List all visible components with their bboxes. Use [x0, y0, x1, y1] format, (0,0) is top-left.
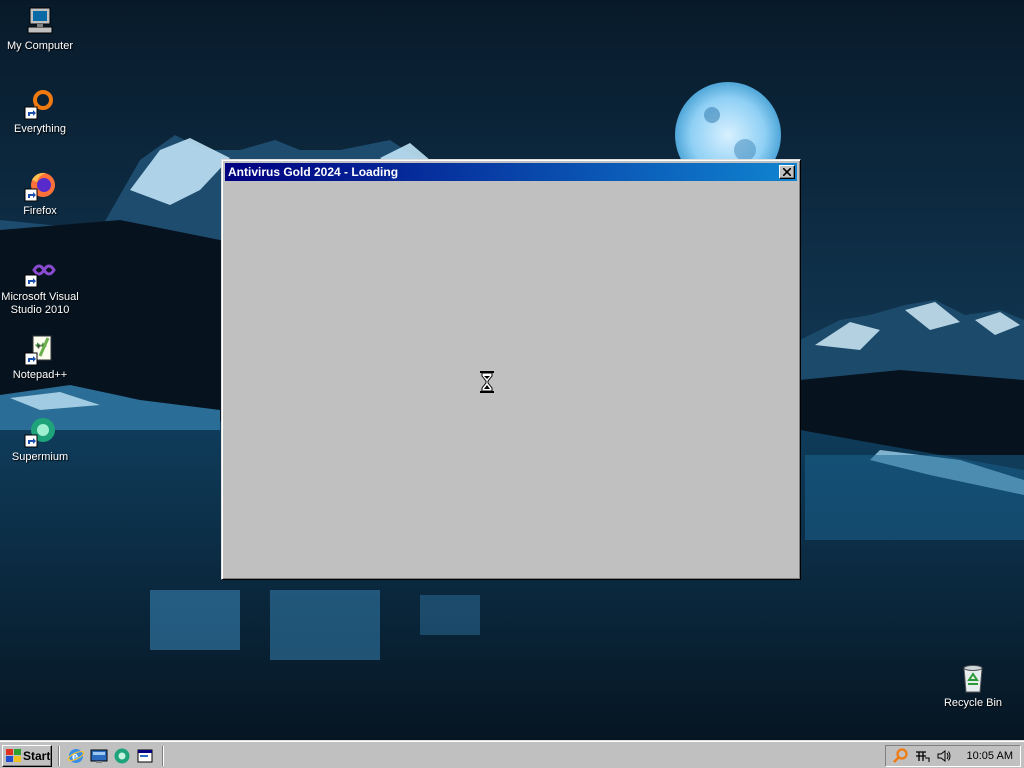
desktop-icon-everything[interactable]: Everything	[0, 88, 80, 136]
desktop-icon-firefox[interactable]: Firefox	[0, 170, 80, 218]
taskbar-separator	[162, 746, 164, 766]
everything-search-icon	[24, 88, 56, 120]
search-icon[interactable]	[892, 748, 908, 764]
taskbar-separator	[58, 746, 60, 766]
window-title: Antivirus Gold 2024 - Loading	[228, 165, 399, 179]
my-computer-icon	[24, 5, 56, 37]
desktop-icon-label: Supermium	[11, 451, 69, 463]
desktop-icon-my-computer[interactable]: My Computer	[0, 5, 80, 53]
window-icon[interactable]	[136, 747, 154, 765]
windows-logo-icon	[6, 749, 21, 762]
desktop-icon-notepad-plus-plus[interactable]: ++ Notepad++	[0, 334, 80, 382]
volume-icon[interactable]	[936, 748, 952, 764]
window-title-bar[interactable]: Antivirus Gold 2024 - Loading	[225, 163, 797, 181]
show-desktop-icon[interactable]	[90, 747, 108, 765]
notepad-plus-plus-icon: ++	[24, 334, 56, 366]
recycle-bin-icon	[957, 662, 989, 694]
antivirus-loading-window[interactable]: Antivirus Gold 2024 - Loading	[221, 159, 801, 580]
desktop-icon-label: Notepad++	[12, 369, 68, 381]
desktop-icon-label: Microsoft Visual Studio 2010	[1, 291, 79, 316]
desktop-icon-visual-studio[interactable]: Microsoft Visual Studio 2010	[0, 256, 80, 317]
start-button[interactable]: Start	[2, 745, 52, 767]
taskbar: Start e 10:05 AM	[0, 740, 1024, 768]
internet-explorer-icon[interactable]: e	[67, 747, 85, 765]
desktop-icon-recycle-bin[interactable]: Recycle Bin	[933, 662, 1013, 710]
ime-icon[interactable]	[914, 748, 930, 764]
desktop-icon-label: Everything	[14, 123, 66, 135]
desktop-icon-label: My Computer	[6, 40, 74, 52]
browser-icon[interactable]	[113, 747, 131, 765]
close-icon	[783, 168, 791, 176]
hourglass-icon	[480, 371, 494, 393]
close-button[interactable]	[779, 165, 795, 179]
firefox-icon	[24, 170, 56, 202]
desktop-icon-label: Firefox	[23, 205, 57, 217]
desktop-icon-label: Recycle Bin	[943, 697, 1003, 709]
desktop-icon-supermium[interactable]: Supermium	[0, 416, 80, 464]
system-tray: 10:05 AM	[885, 745, 1021, 767]
start-label: Start	[23, 749, 51, 763]
supermium-browser-icon	[24, 416, 56, 448]
visual-studio-icon	[24, 256, 56, 288]
clock[interactable]: 10:05 AM	[967, 746, 1013, 766]
desktop: My Computer Everything Firefox Microsoft…	[0, 0, 1024, 740]
